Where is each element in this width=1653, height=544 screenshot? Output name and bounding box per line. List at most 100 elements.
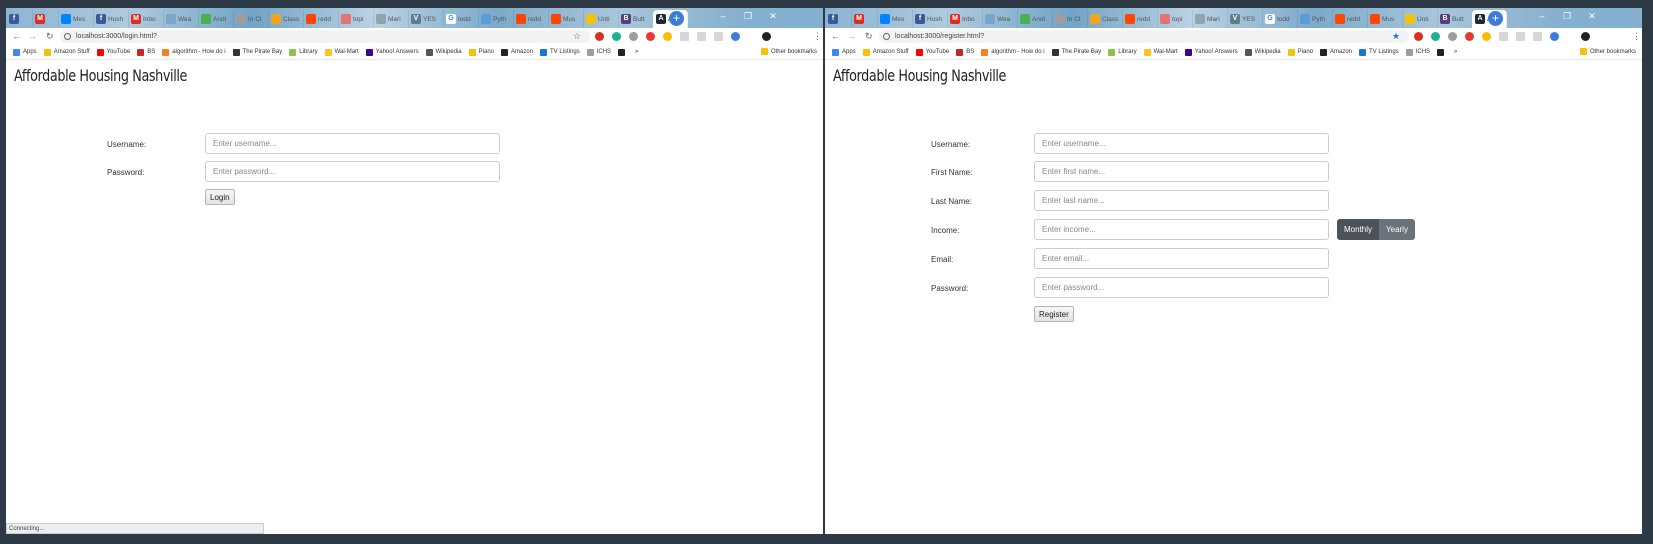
maximize-icon[interactable]: ❐ (1556, 11, 1578, 22)
browser-tab[interactable]: M (851, 10, 878, 28)
bookmark-item[interactable]: Yahoo! Answers (365, 48, 419, 56)
bookmark-item[interactable] (1437, 48, 1447, 56)
bookmark-item[interactable] (618, 48, 628, 56)
email-input[interactable] (1034, 248, 1329, 269)
bookmark-item[interactable]: YouTube (96, 48, 130, 56)
bookmark-item[interactable]: TV Listings (540, 48, 580, 56)
adblock-icon[interactable] (1465, 32, 1474, 41)
browser-tab[interactable]: redd (1332, 10, 1368, 28)
bookmark-item[interactable]: algorithm - How do i (162, 48, 226, 56)
browser-tab[interactable]: B Butt (1437, 10, 1473, 28)
bookmark-item[interactable]: The Pirate Bay (232, 48, 282, 56)
browser-tab[interactable]: Gtodd (443, 10, 479, 28)
gmail-ext-icon[interactable] (595, 32, 604, 41)
browser-tab[interactable]: B Butt (618, 10, 654, 28)
monthly-button[interactable]: Monthly (1337, 219, 1380, 240)
bookmark-item[interactable]: ICHS (586, 48, 611, 56)
gmail-ext-icon[interactable] (1414, 32, 1423, 41)
bookmark-item[interactable]: Piano (1287, 48, 1313, 56)
minimize-icon[interactable]: – (712, 11, 734, 21)
password-input[interactable] (205, 161, 500, 182)
bookmark-item[interactable]: Wikipedia (1244, 48, 1281, 56)
bookmark-item[interactable]: TV Listings (1359, 48, 1399, 56)
bookmark-item[interactable]: Library (289, 48, 318, 56)
new-tab-button[interactable]: + (669, 11, 684, 26)
maximize-icon[interactable]: ❐ (737, 11, 759, 22)
income-input[interactable] (1034, 219, 1329, 240)
browser-tab[interactable]: f (825, 10, 852, 28)
bookmark-item[interactable]: BS (137, 48, 155, 56)
browser-tab[interactable]: Mes (877, 10, 913, 28)
sync-icon[interactable] (1550, 32, 1559, 41)
profile-icon[interactable] (762, 32, 771, 41)
browser-tab[interactable]: In Cl (233, 10, 269, 28)
bookmark-item[interactable]: algorithm - How do i (981, 48, 1045, 56)
browser-tab[interactable]: Mari (1192, 10, 1228, 28)
browser-tab[interactable]: Unti (1402, 10, 1438, 28)
browser-tab[interactable]: Andi (198, 10, 234, 28)
sync-icon[interactable] (731, 32, 740, 41)
bookmark-item[interactable]: Yahoo! Answers (1184, 48, 1238, 56)
minimize-icon[interactable]: – (1531, 11, 1553, 21)
browser-tab[interactable]: V YES (408, 10, 444, 28)
reload-icon[interactable]: ↻ (865, 31, 873, 42)
other-bookmarks[interactable]: Other bookmarks (760, 48, 817, 55)
browser-tab[interactable]: V YES (1227, 10, 1263, 28)
back-icon[interactable]: ← (12, 31, 21, 41)
bookmark-item[interactable]: Library (1108, 48, 1137, 56)
password-input[interactable] (1034, 277, 1329, 298)
browser-tab[interactable]: topi (338, 10, 374, 28)
bookmark-item[interactable]: Apps (13, 48, 37, 56)
bookmark-item[interactable]: ICHS (1405, 48, 1430, 56)
bookmark-item[interactable]: Amazon Stuff (43, 48, 90, 56)
bookmark-item[interactable]: Piano (468, 48, 494, 56)
browser-tab[interactable]: Class (1087, 10, 1123, 28)
register-button[interactable]: Register (1034, 306, 1074, 322)
browser-tab[interactable]: Mari (373, 10, 409, 28)
other-bookmarks[interactable]: Other bookmarks (1579, 48, 1636, 55)
anchor-icon[interactable] (1499, 32, 1508, 41)
browser-tab[interactable]: redd (513, 10, 549, 28)
menu-icon[interactable]: ⋮ (813, 31, 822, 42)
browser-tab[interactable]: Wea (982, 10, 1018, 28)
browser-tab[interactable]: In Cl (1052, 10, 1088, 28)
anchor-icon[interactable] (680, 32, 689, 41)
browser-tab[interactable]: redd (1122, 10, 1158, 28)
bookmark-item[interactable]: BS (956, 48, 974, 56)
browser-tab[interactable]: Mus (548, 10, 584, 28)
bookmark-item[interactable]: Apps (832, 48, 856, 56)
username-input[interactable] (205, 133, 500, 154)
profile-icon[interactable] (1581, 32, 1590, 41)
bookmark-item[interactable]: Wal-Mart (324, 48, 359, 56)
circle-ext-icon[interactable] (612, 32, 621, 41)
record-icon[interactable] (1482, 32, 1491, 41)
chat-icon[interactable] (697, 32, 706, 41)
more-bookmarks-chevron[interactable]: » (635, 49, 638, 55)
chat-icon[interactable] (1516, 32, 1525, 41)
url-field[interactable]: localhost:3000/register.html? (879, 30, 1409, 43)
more-bookmarks-chevron[interactable]: » (1454, 49, 1457, 55)
forward-icon[interactable]: → (847, 31, 856, 41)
last-name-input[interactable] (1034, 190, 1329, 211)
page-ext-icon[interactable] (629, 32, 638, 41)
first-name-input[interactable] (1034, 161, 1329, 182)
browser-tab[interactable]: M Inbo (128, 10, 164, 28)
browser-tab[interactable]: f Hush (93, 10, 129, 28)
login-button[interactable]: Login (205, 189, 235, 205)
yearly-button[interactable]: Yearly (1379, 219, 1415, 240)
browser-tab[interactable]: Gtodd (1262, 10, 1298, 28)
bookmark-item[interactable]: Wal-Mart (1143, 48, 1178, 56)
browser-tab[interactable]: Unti (583, 10, 619, 28)
browser-tab[interactable]: Wea (163, 10, 199, 28)
bookmark-item[interactable]: Amazon (501, 48, 533, 56)
browser-tab[interactable]: Pyth (1297, 10, 1333, 28)
menu-icon[interactable]: ⋮ (1632, 31, 1641, 42)
browser-tab[interactable]: Mes (58, 10, 94, 28)
record-icon[interactable] (663, 32, 672, 41)
browser-tab[interactable]: Class (268, 10, 304, 28)
bookmark-item[interactable]: Amazon Stuff (862, 48, 909, 56)
close-window-icon[interactable]: ✕ (762, 11, 784, 22)
browser-tab[interactable]: f Hush (912, 10, 948, 28)
close-window-icon[interactable]: ✕ (1581, 11, 1603, 22)
username-input[interactable] (1034, 133, 1329, 154)
